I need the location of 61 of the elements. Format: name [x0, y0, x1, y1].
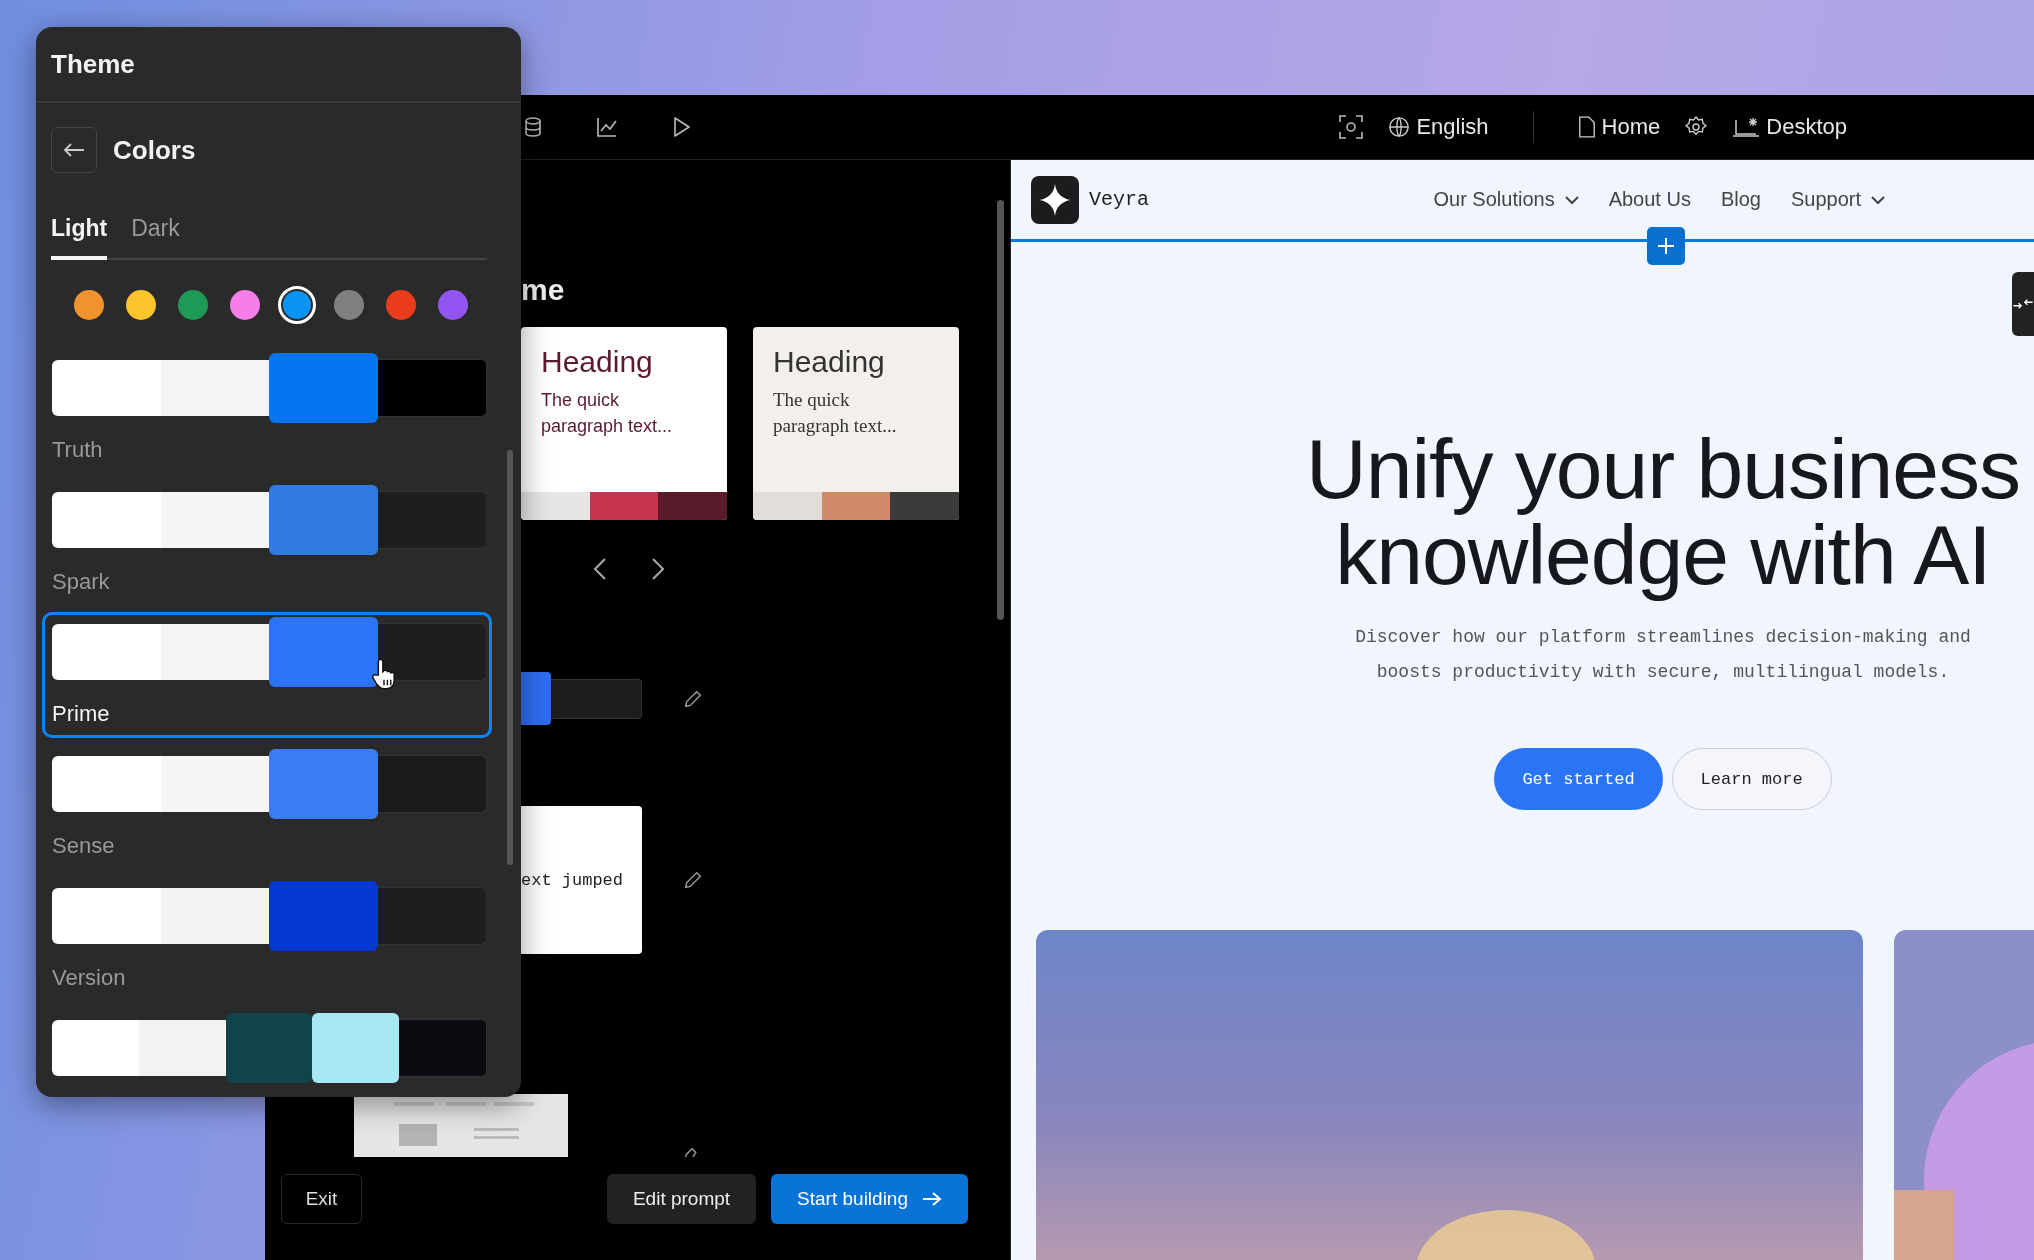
palette-option[interactable]: Prime [42, 612, 492, 738]
color-swatch[interactable] [278, 286, 316, 324]
device-button[interactable]: Desktop [1732, 114, 1847, 140]
edit-prompt-button[interactable]: Edit prompt [606, 1174, 757, 1224]
sample-text: ext jumped [521, 870, 624, 890]
hero-description: Discover how our platform streamlines decision-making and boosts productivity with secure, multilingual models. [1355, 626, 1971, 684]
layout-thumbnail[interactable] [354, 1094, 568, 1157]
collapse-button[interactable] [2012, 272, 2034, 336]
hand-cursor-icon [370, 657, 398, 691]
arrow-right-icon [922, 1191, 942, 1207]
palette-option[interactable]: Spark [42, 480, 492, 606]
learn-more-button[interactable]: Learn more [1671, 748, 1832, 810]
palette-name: Prime [52, 700, 110, 728]
chevron-left-icon[interactable] [593, 557, 607, 581]
globe-icon [1388, 116, 1411, 138]
card-text: The quick paragraph text... [773, 388, 898, 438]
panel-title: Theme [51, 48, 135, 80]
nav-link[interactable]: Our Solutions [1433, 188, 1579, 212]
card-text: The quick paragraph text... [541, 389, 674, 438]
nav-link[interactable]: Support [1790, 188, 1885, 212]
card-heading: Heading [773, 344, 886, 380]
palette-name: Sense [52, 832, 115, 860]
exit-button[interactable]: Exit [281, 1174, 362, 1224]
palette-name: Truth [52, 436, 103, 464]
scrollbar[interactable] [507, 450, 513, 865]
text-preview-card[interactable]: ext jumped [521, 806, 642, 954]
logo-icon [1031, 175, 1079, 224]
palette-option[interactable]: Sense [42, 744, 492, 870]
pencil-icon[interactable] [682, 869, 704, 891]
card-heading: Heading [541, 344, 654, 380]
brand-name: Veyra [1089, 188, 1149, 212]
font-card[interactable]: Heading The quick paragraph text... [521, 327, 727, 520]
section-heading: me [521, 272, 566, 308]
chevron-right-icon[interactable] [651, 557, 665, 581]
back-button[interactable] [51, 127, 97, 173]
screenshot-icon[interactable] [1338, 114, 1365, 140]
file-icon [1577, 116, 1596, 138]
get-started-button[interactable]: Get started [1494, 748, 1663, 810]
tab[interactable]: Light [51, 209, 108, 260]
language-button[interactable]: English [1388, 114, 1489, 140]
start-building-button[interactable]: Start building [771, 1174, 968, 1224]
nav-link[interactable]: About Us [1608, 188, 1691, 212]
palette-name: Spark [52, 568, 110, 596]
arrow-left-icon [63, 142, 85, 158]
palette-name: Version [52, 964, 126, 992]
chart-icon[interactable] [595, 115, 619, 139]
palette-preview[interactable] [521, 672, 642, 725]
palette-option[interactable]: Truth [42, 348, 492, 474]
palette-option[interactable]: Version [42, 876, 492, 1002]
scrollbar[interactable] [997, 200, 1004, 620]
font-card[interactable]: Heading The quick paragraph text... [753, 327, 959, 520]
collapse-icon [2012, 297, 2034, 311]
plus-icon [1656, 236, 1676, 256]
page-button[interactable]: Home [1577, 114, 1661, 140]
chevron-down-icon [1564, 194, 1579, 205]
add-section-button[interactable] [1647, 227, 1685, 265]
tab[interactable]: Dark [131, 209, 180, 260]
desktop-icon [1732, 116, 1761, 138]
chevron-down-icon [1871, 194, 1885, 205]
nav-link[interactable]: Blog [1720, 188, 1761, 212]
section-title: Colors [113, 134, 196, 166]
